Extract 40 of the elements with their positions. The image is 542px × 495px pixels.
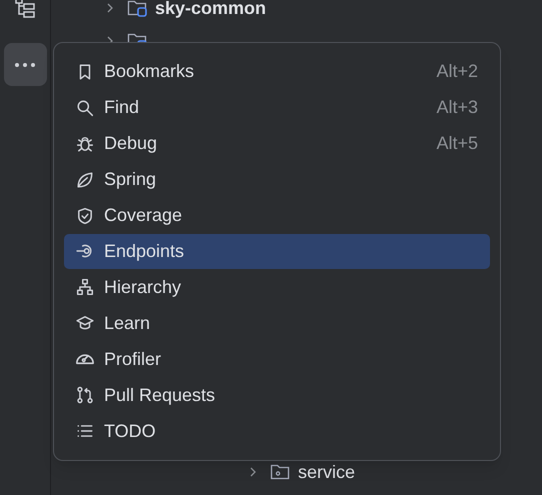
shortcut-label: Alt+2 bbox=[436, 60, 478, 84]
menu-item[interactable]: Endpoints bbox=[64, 234, 490, 270]
menu-item-label: Endpoints bbox=[104, 240, 186, 263]
menu-item[interactable]: Learn bbox=[64, 305, 490, 342]
bug-icon bbox=[76, 134, 94, 153]
menu-item-label: Spring bbox=[104, 168, 158, 192]
menu-item-label: Bookmarks bbox=[104, 60, 196, 84]
menu-item-label: Coverage bbox=[104, 204, 184, 228]
endpoint-icon bbox=[76, 242, 94, 260]
menu-item[interactable]: Find Alt+3 bbox=[64, 90, 490, 126]
menu-item[interactable]: Profiler bbox=[64, 341, 490, 378]
graduation-cap-icon bbox=[76, 314, 94, 332]
menu-item[interactable]: Hierarchy bbox=[64, 269, 490, 306]
menu-item-label: TODO bbox=[104, 420, 157, 443]
menu-item[interactable]: Debug Alt+5 bbox=[64, 126, 490, 162]
pull-request-icon bbox=[76, 386, 94, 404]
menu-item-label: Debug bbox=[104, 132, 158, 156]
leaf-icon bbox=[76, 170, 94, 189]
tree-item-label[interactable]: sky-common bbox=[155, 0, 266, 18]
shortcut-label: Alt+3 bbox=[436, 96, 478, 120]
menu-item-label: Find bbox=[104, 96, 140, 120]
menu-item[interactable]: Spring bbox=[64, 162, 490, 198]
menu-item-label: Learn bbox=[104, 312, 152, 335]
menu-item-label: Hierarchy bbox=[104, 276, 182, 299]
gauge-icon bbox=[76, 353, 94, 366]
menu-item-label: Profiler bbox=[104, 348, 162, 371]
menu-item-label: Pull Requests bbox=[104, 384, 216, 407]
tree-item-label[interactable]: service bbox=[298, 460, 356, 482]
shortcut-label: Alt+5 bbox=[436, 132, 478, 156]
search-icon bbox=[76, 98, 94, 117]
shield-icon bbox=[76, 206, 94, 225]
chevron-icon[interactable] bbox=[105, 2, 115, 14]
more-icon bbox=[14, 62, 36, 68]
menu-item[interactable]: Bookmarks Alt+2 bbox=[64, 54, 490, 90]
hierarchy-icon bbox=[76, 278, 94, 296]
more-tools-button[interactable] bbox=[4, 43, 46, 86]
menu-item[interactable]: TODO bbox=[64, 413, 490, 449]
menu-item[interactable]: Coverage bbox=[64, 198, 490, 234]
menu-item[interactable]: Pull Requests bbox=[64, 377, 490, 414]
chevron-icon[interactable] bbox=[248, 466, 258, 478]
